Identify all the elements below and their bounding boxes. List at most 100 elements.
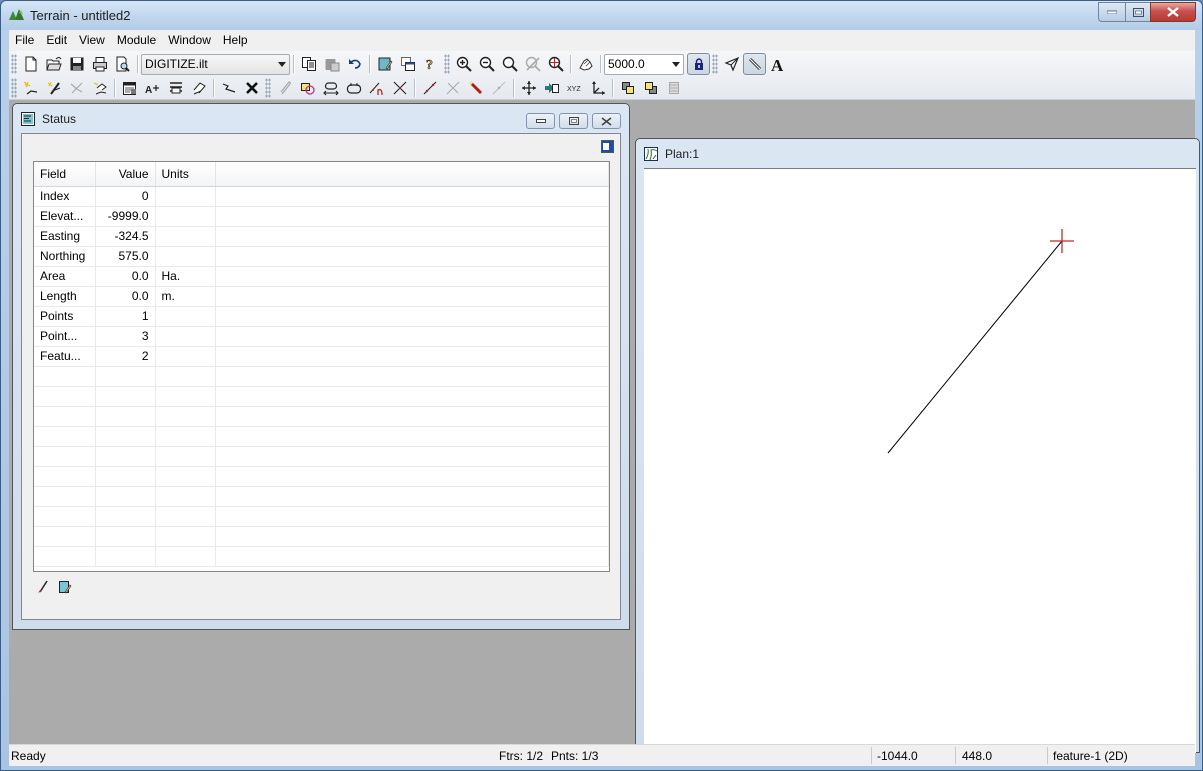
plan-window-titlebar[interactable]: Plan:1 [636, 139, 1199, 168]
zoom-out-icon [479, 56, 495, 72]
select-area-button[interactable] [296, 77, 319, 99]
text-button[interactable]: A [766, 53, 789, 75]
scale-select[interactable]: 5000.0 [604, 53, 684, 75]
feature-line[interactable] [887, 240, 1063, 454]
new-feature-button[interactable] [19, 77, 42, 99]
zoom-window-button[interactable] [498, 53, 521, 75]
marker-button[interactable] [464, 77, 487, 99]
attach-icon [279, 81, 291, 95]
label-button[interactable]: A [141, 77, 164, 99]
plan-canvas[interactable] [644, 168, 1196, 753]
bring-forward-button[interactable] [616, 77, 639, 99]
zoom-extents-button[interactable] [544, 53, 567, 75]
pane-toggle-icon[interactable] [601, 140, 614, 153]
menu-help[interactable]: Help [217, 30, 254, 51]
feature-edit-button[interactable] [187, 77, 210, 99]
toolbar-grip[interactable] [11, 78, 17, 98]
menu-edit[interactable]: Edit [40, 30, 73, 51]
remove-point-button[interactable] [441, 77, 464, 99]
zoom-previous-button[interactable] [521, 53, 544, 75]
close-button[interactable] [1150, 2, 1196, 22]
edit-record-button[interactable] [58, 580, 72, 594]
column-header-field[interactable]: Field [34, 162, 96, 187]
maximize-button[interactable] [1125, 2, 1150, 22]
move-point-button[interactable] [487, 77, 510, 99]
toolbar-grip[interactable] [265, 78, 271, 98]
menu-module[interactable]: Module [111, 30, 162, 51]
table-row[interactable]: Easting -324.5 [34, 226, 609, 247]
status-minimize-button[interactable] [526, 113, 555, 129]
properties-button[interactable] [373, 53, 396, 75]
hatch-button[interactable] [662, 77, 685, 99]
edit-feature-button[interactable] [42, 77, 65, 99]
attach-button[interactable] [273, 77, 296, 99]
toolbar-grip[interactable] [444, 54, 450, 74]
title-bar[interactable]: Terrain - untitled2 [1, 1, 1202, 30]
status-maximize-button[interactable] [559, 113, 588, 129]
table-row[interactable]: Index 0 [34, 186, 609, 207]
zoom-in-button[interactable] [452, 53, 475, 75]
layers-button[interactable] [164, 77, 187, 99]
menu-file[interactable]: File [9, 30, 40, 51]
new-button[interactable] [19, 53, 42, 75]
open-button[interactable] [42, 53, 65, 75]
save-button[interactable] [65, 53, 88, 75]
xyz-button[interactable]: XYZ [563, 77, 586, 99]
attribute-table-button[interactable] [118, 77, 141, 99]
undo-button[interactable] [343, 53, 366, 75]
column-header-units[interactable]: Units [155, 162, 216, 187]
toolbar-grip[interactable] [11, 54, 17, 74]
scale-lock-button[interactable] [687, 53, 710, 75]
table-row[interactable]: Length 0.0 m. [34, 286, 609, 307]
join-lines-button[interactable] [217, 77, 240, 99]
cell-field: Index [34, 186, 96, 207]
empty-row [34, 386, 609, 407]
help-button[interactable]: ? [419, 53, 442, 75]
move-button[interactable] [517, 77, 540, 99]
properties-icon [378, 57, 392, 71]
empty-cell [155, 366, 216, 387]
add-point-button[interactable] [418, 77, 441, 99]
menu-window[interactable]: Window [162, 30, 217, 51]
table-row[interactable]: Area 0.0 Ha. [34, 266, 609, 287]
status-close-button[interactable] [592, 113, 621, 129]
cell-value: -9999.0 [95, 206, 156, 227]
table-row[interactable]: Featu... 2 [34, 346, 609, 367]
intersect-button[interactable] [388, 77, 411, 99]
menu-view[interactable]: View [73, 30, 111, 51]
digitize-button[interactable] [743, 53, 766, 75]
restore-icon [1132, 7, 1144, 17]
select-pointer-button[interactable] [720, 53, 743, 75]
send-backward-button[interactable] [639, 77, 662, 99]
cell-units: m. [155, 286, 216, 307]
template-select[interactable]: DIGITIZE.ilt [141, 53, 290, 75]
close-polygon-button[interactable] [342, 77, 365, 99]
toolbar-grip[interactable] [712, 54, 718, 74]
zoom-out-button[interactable] [475, 53, 498, 75]
column-header-value[interactable]: Value [95, 162, 156, 187]
brush-button[interactable] [36, 580, 50, 594]
table-row[interactable]: Northing 575.0 [34, 246, 609, 267]
pan-button[interactable] [574, 53, 597, 75]
minimize-button[interactable] [1098, 2, 1125, 22]
axes-button[interactable] [586, 77, 609, 99]
empty-cell [215, 506, 609, 527]
cell-filler [215, 326, 609, 347]
insert-point-button[interactable] [365, 77, 388, 99]
table-row[interactable]: Point... 3 [34, 326, 609, 347]
table-row[interactable]: Elevat... -9999.0 [34, 206, 609, 227]
copy-button[interactable] [297, 53, 320, 75]
scale-select-value: 5000.0 [608, 57, 645, 71]
print-button[interactable] [88, 53, 111, 75]
delete-feature-button[interactable] [65, 77, 88, 99]
print-preview-button[interactable] [111, 53, 134, 75]
toolbar-separator [513, 79, 514, 97]
cascade-window-button[interactable] [396, 53, 419, 75]
import-button[interactable] [540, 77, 563, 99]
table-row[interactable]: Points 1 [34, 306, 609, 327]
empty-cell [155, 486, 216, 507]
swap-button[interactable] [319, 77, 342, 99]
delete-button[interactable] [240, 77, 263, 99]
paste-button[interactable] [320, 53, 343, 75]
feature-properties-button[interactable] [88, 77, 111, 99]
